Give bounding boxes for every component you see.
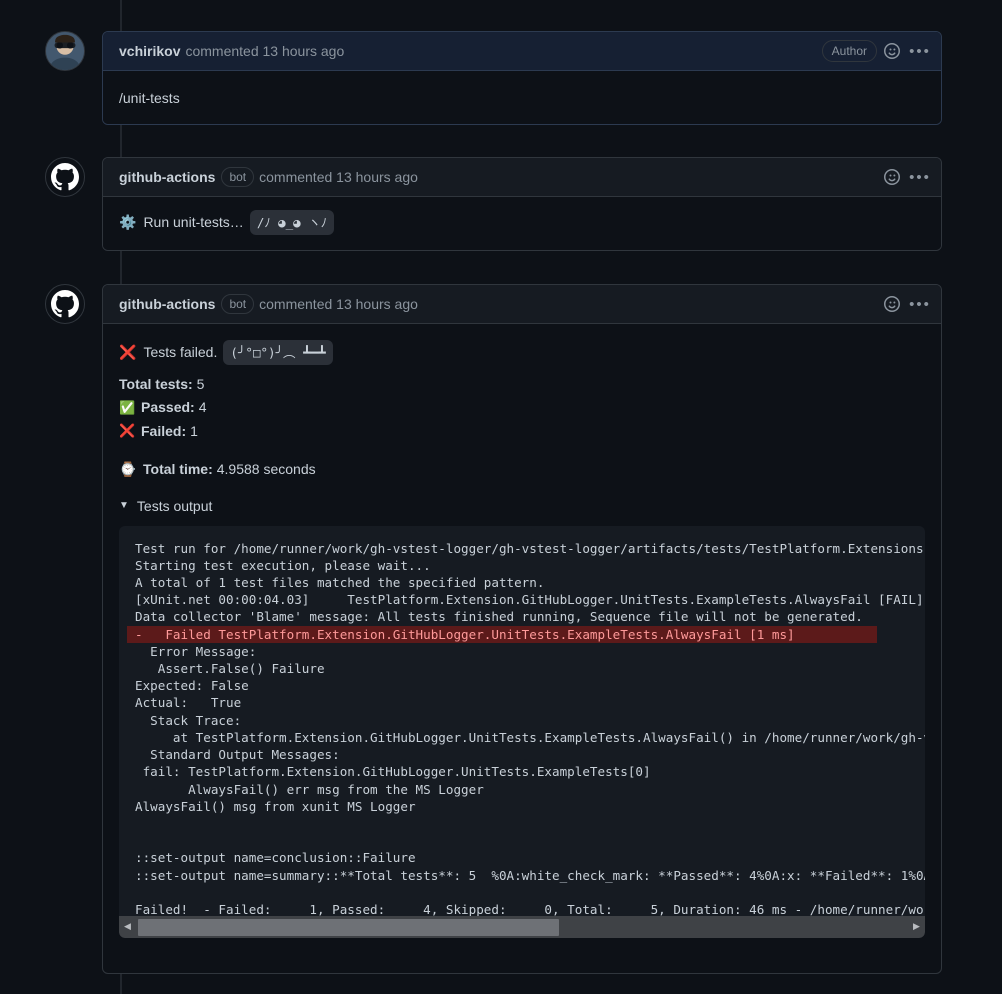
comment-header: github-actions bot commented 13 hours ag…	[103, 158, 941, 197]
code-line: Starting test execution, please wait...	[135, 557, 431, 573]
stat-value: 4	[198, 399, 207, 416]
kebab-menu-icon[interactable]: •••	[907, 291, 933, 317]
run-status-line: ⚙️ Run unit-tests… /ﾉ ◕_◕ ヽﾉ	[119, 210, 925, 236]
code-line: Data collector 'Blame' message: All test…	[135, 609, 863, 625]
total-time-label: Total time:	[143, 461, 213, 478]
stat-failed: ❌ Failed: 1	[119, 420, 925, 443]
tests-output-label: Tests output	[136, 497, 213, 514]
tests-failed-line: ❌ Tests failed. (╯°□°)╯︵ ┻━┻	[119, 340, 925, 366]
table-flip-kaomoji: (╯°□°)╯︵ ┻━┻	[223, 340, 333, 366]
author-badge: Author	[821, 40, 877, 62]
code-line: Expected: False	[135, 678, 249, 694]
comment-card-actions-run: github-actions bot commented 13 hours ag…	[102, 157, 942, 251]
watch-emoji: ⌚	[119, 460, 137, 477]
code-line: [xUnit.net 00:00:04.03] TestPlatform.Ext…	[135, 592, 924, 608]
code-line: Test run for /home/runner/work/gh-vstest…	[135, 540, 925, 556]
bot-badge: bot	[221, 294, 255, 314]
comment-timestamp: commented 13 hours ago	[259, 169, 418, 185]
comment-author[interactable]: github-actions	[119, 296, 215, 312]
tests-output-text: Test run for /home/runner/work/gh-vstest…	[119, 540, 925, 916]
bot-badge: bot	[221, 167, 255, 187]
comment-card-actions-result: github-actions bot commented 13 hours ag…	[102, 284, 942, 974]
stat-passed: ✅ Passed: 4	[119, 396, 925, 419]
smiley-icon[interactable]	[879, 38, 905, 64]
comment-timestamp: commented 13 hours ago	[185, 43, 345, 59]
kebab-menu-icon[interactable]: •••	[907, 38, 933, 64]
code-line: Assert.False() Failure	[135, 661, 325, 677]
code-line-deleted: - Failed TestPlatform.Extension.GitHubLo…	[127, 625, 877, 643]
comment-body: ❌ Tests failed. (╯°□°)╯︵ ┻━┻ Total tests…	[103, 324, 941, 954]
smiley-icon[interactable]	[879, 291, 905, 317]
horizontal-scrollbar[interactable]: ◀ ▶	[119, 915, 925, 938]
scrollbar-track[interactable]	[136, 916, 908, 938]
tests-output-details[interactable]: ▼ Tests output Test run for /home/runner…	[119, 498, 925, 938]
white-check-mark-emoji: ✅	[119, 400, 136, 416]
code-line: ::set-output name=conclusion::Failure	[135, 850, 416, 866]
comment-body: ⚙️ Run unit-tests… /ﾉ ◕_◕ ヽﾉ	[103, 197, 941, 250]
total-time-row: ⌚ Total time: 4.9588 seconds	[119, 461, 925, 478]
cross-mark-emoji: ❌	[119, 343, 137, 360]
stat-label: Total tests:	[119, 376, 193, 393]
run-status-text: Run unit-tests…	[143, 213, 244, 230]
tests-output-code-block: Test run for /home/runner/work/gh-vstest…	[119, 525, 925, 938]
avatar-github-actions-2[interactable]	[45, 284, 85, 324]
code-line: A total of 1 test files matched the spec…	[135, 575, 545, 591]
avatar-github-actions-1[interactable]	[45, 157, 85, 197]
stat-total-tests: Total tests: 5	[119, 373, 925, 396]
scroll-left-arrow-icon[interactable]: ◀	[119, 916, 136, 938]
github-issue-thread: vchirikov commented 13 hours ago Author …	[0, 0, 1002, 994]
tests-failed-text: Tests failed.	[143, 343, 218, 360]
code-line: Error Message:	[135, 643, 257, 659]
comment-header: vchirikov commented 13 hours ago Author …	[103, 32, 941, 71]
code-line: Standard Output Messages:	[135, 747, 340, 763]
comment-author[interactable]: github-actions	[119, 169, 215, 185]
comment-author[interactable]: vchirikov	[119, 43, 180, 59]
tests-output-summary[interactable]: ▼ Tests output	[119, 498, 925, 514]
stat-label: Passed:	[141, 399, 195, 416]
code-line: Stack Trace:	[135, 712, 242, 728]
github-mark-icon	[51, 290, 79, 318]
comment-body: /unit-tests	[103, 71, 941, 124]
code-line: AlwaysFail() msg from xunit MS Logger	[135, 798, 416, 814]
code-line: Failed! - Failed: 1, Passed: 4, Skipped:…	[135, 901, 925, 916]
stat-value: 1	[190, 422, 198, 439]
smiley-icon[interactable]	[879, 164, 905, 190]
total-time-value: 4.9588 seconds	[216, 461, 316, 478]
gear-emoji: ⚙️	[119, 213, 137, 230]
scroll-right-arrow-icon[interactable]: ▶	[908, 916, 925, 938]
test-stats-list: Total tests: 5 ✅ Passed: 4 ❌ Failed: 1	[119, 373, 925, 442]
scrollbar-thumb[interactable]	[138, 918, 559, 936]
cross-mark-emoji: ❌	[119, 423, 136, 439]
github-mark-icon	[51, 163, 79, 191]
comment-text: /unit-tests	[119, 90, 180, 106]
code-line: fail: TestPlatform.Extension.GitHubLogge…	[135, 764, 651, 780]
avatar-vchirikov[interactable]	[45, 31, 85, 71]
comment-timestamp: commented 13 hours ago	[259, 296, 418, 312]
run-kaomoji: /ﾉ ◕_◕ ヽﾉ	[249, 210, 334, 236]
code-line: AlwaysFail() err msg from the MS Logger	[135, 781, 484, 797]
triangle-down-icon: ▼	[119, 500, 129, 512]
comment-card-vchirikov: vchirikov commented 13 hours ago Author …	[102, 31, 942, 125]
code-line: Actual: True	[135, 695, 242, 711]
kebab-menu-icon[interactable]: •••	[907, 164, 933, 190]
code-line: at TestPlatform.Extension.GitHubLogger.U…	[172, 729, 925, 745]
stat-label: Failed:	[141, 422, 187, 439]
comment-header: github-actions bot commented 13 hours ag…	[103, 285, 941, 324]
stat-value: 5	[196, 376, 205, 393]
code-line: ::set-output name=summary::**Total tests…	[135, 867, 925, 883]
